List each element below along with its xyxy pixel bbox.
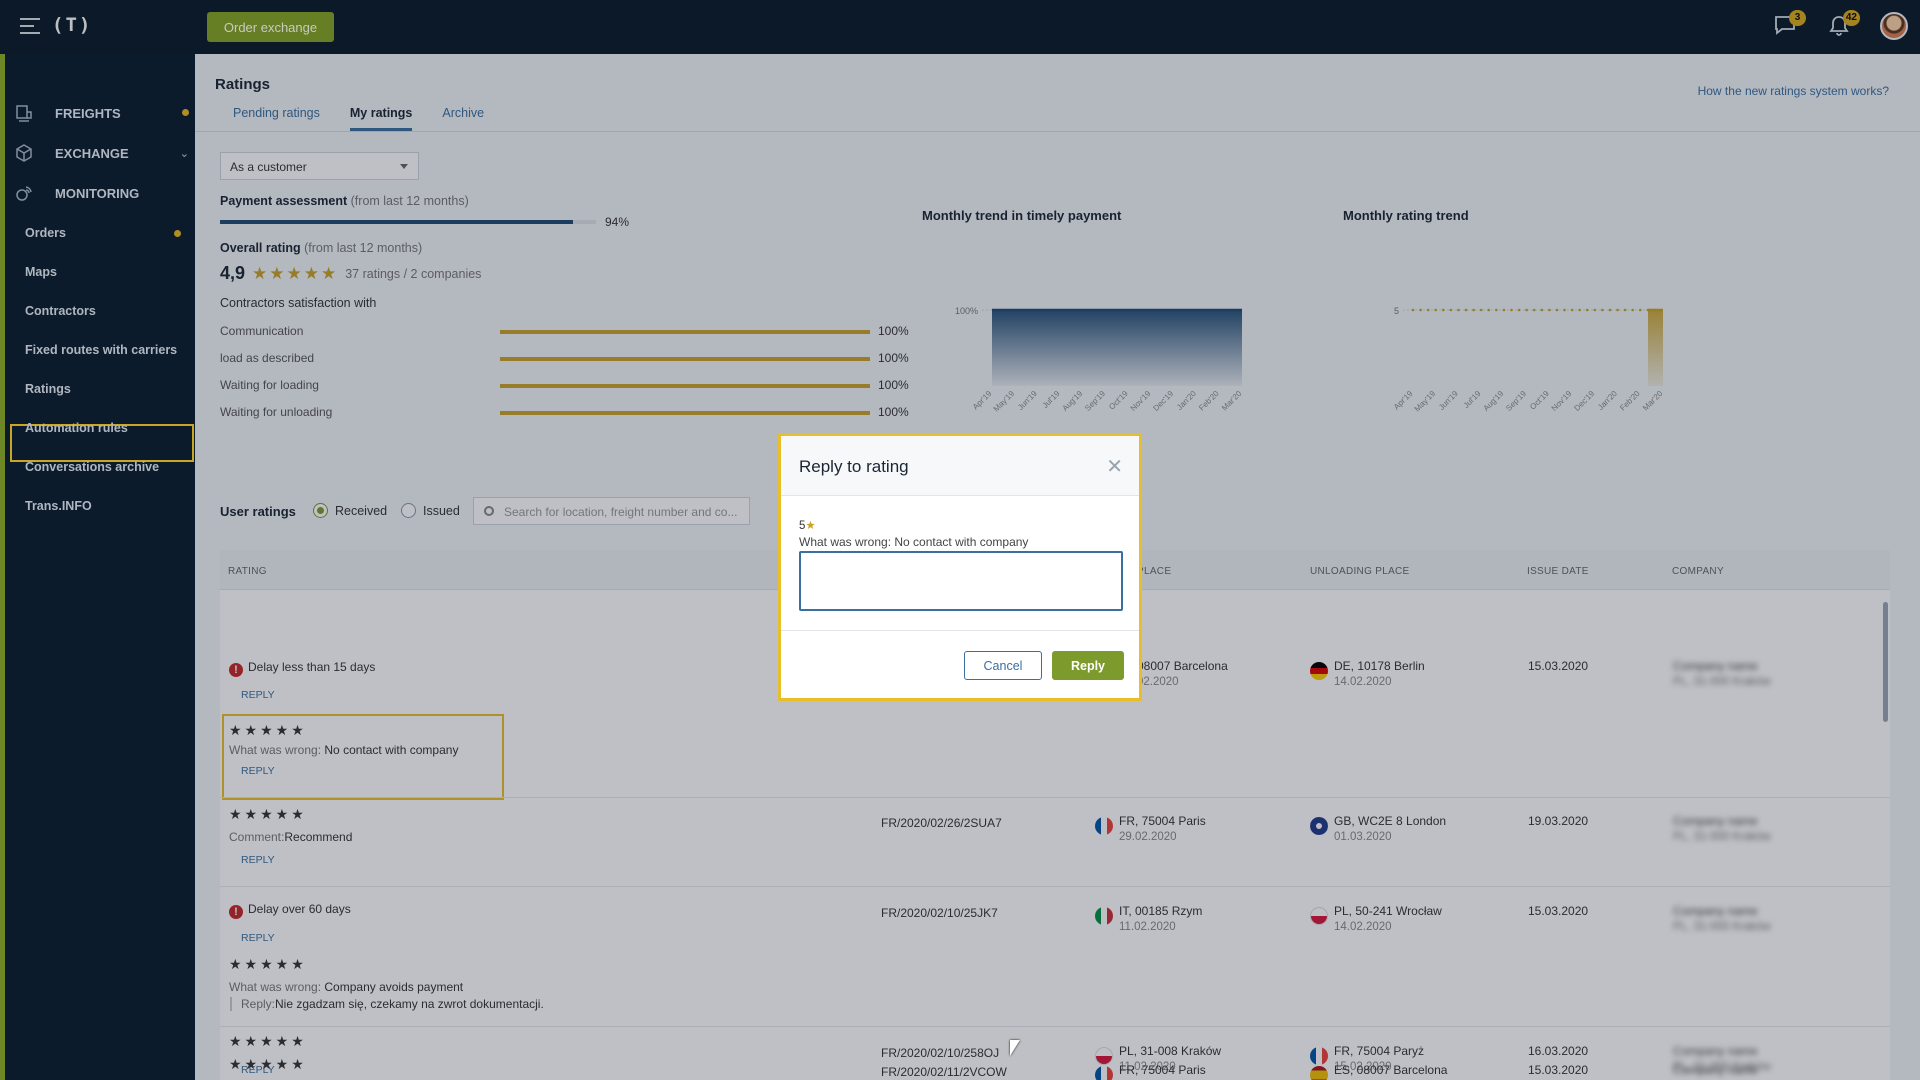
modal-footer-divider: [781, 630, 1139, 631]
modal-score: 5★: [799, 518, 816, 532]
reply-button[interactable]: Reply: [1052, 651, 1124, 680]
mouse-cursor-icon: [1010, 1040, 1020, 1056]
topbar-overlay: [0, 0, 1920, 54]
modal-header: Reply to rating ✕: [781, 436, 1139, 496]
cancel-button[interactable]: Cancel: [964, 651, 1042, 680]
close-icon[interactable]: ✕: [1106, 454, 1123, 479]
reply-modal: Reply to rating ✕ 5★ What was wrong: No …: [778, 433, 1142, 701]
reply-textarea[interactable]: [799, 551, 1123, 611]
modal-wrong-line: What was wrong: No contact with company: [799, 535, 1029, 549]
sidebar-overlay: [0, 54, 195, 1080]
modal-title: Reply to rating: [799, 457, 909, 476]
star-icon: ★: [805, 520, 816, 532]
